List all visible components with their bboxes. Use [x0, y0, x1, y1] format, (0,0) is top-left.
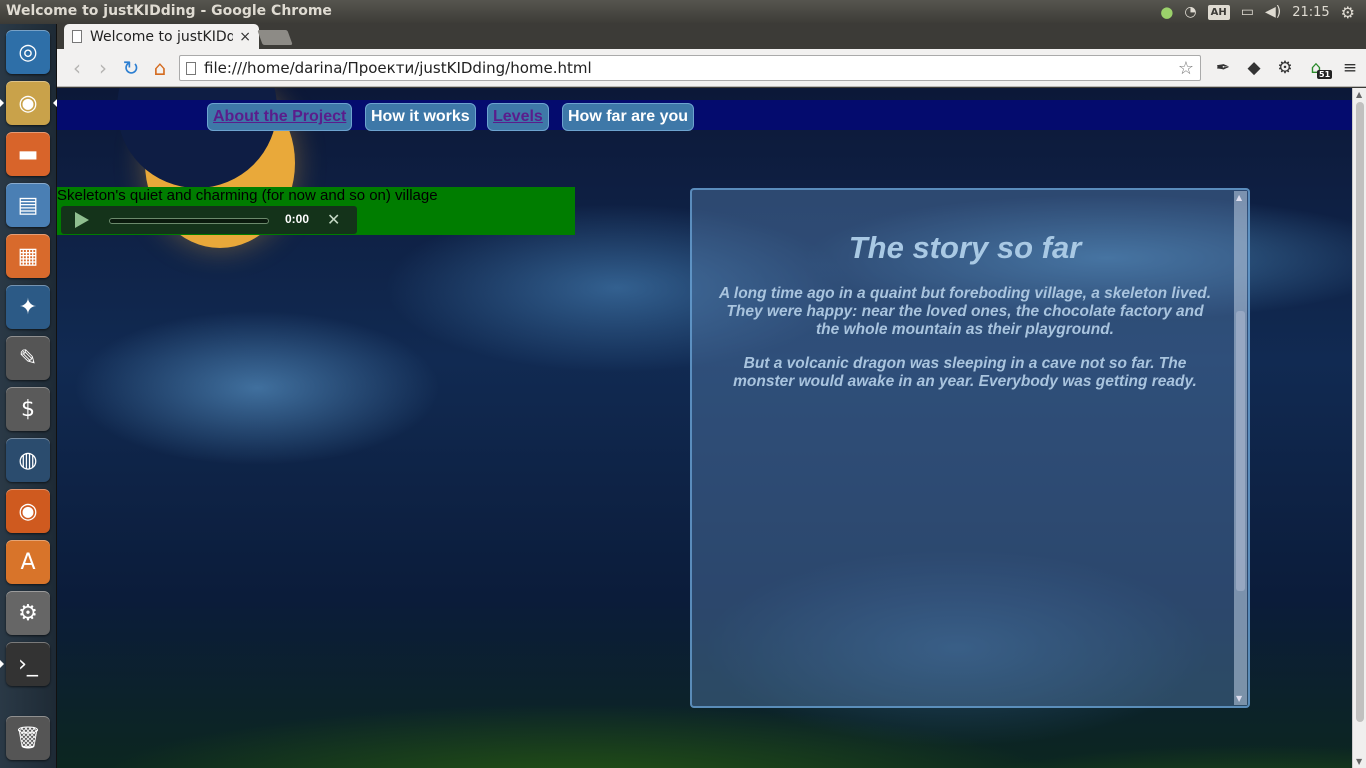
unity-launcher: ◎ ◉ ▬ ▤ ▦ ✦ ✎ $ ◍ ◉ A ⚙ ›_ 🗑 — [0, 24, 57, 768]
chat-indicator-icon[interactable]: ● — [1160, 3, 1173, 21]
page-scroll-up-icon[interactable]: ▲ — [1356, 90, 1362, 99]
page-scroll-thumb[interactable] — [1356, 102, 1364, 722]
page-scrollbar[interactable]: ▲ ▼ — [1352, 88, 1366, 768]
extension-badge: 51 — [1317, 70, 1333, 79]
terminal-app-icon[interactable]: $ — [6, 387, 50, 431]
story-panel[interactable]: The story so far A long time ago in a qu… — [690, 188, 1250, 708]
evernote-icon[interactable]: ◆ — [1243, 57, 1265, 79]
gimp-icon[interactable]: ✎ — [6, 336, 50, 380]
reload-button[interactable]: ↻ — [119, 56, 143, 80]
keyboard-layout-indicator[interactable]: АН — [1207, 4, 1230, 20]
page-viewport: About the Project How it works Levels Ho… — [57, 88, 1352, 768]
battery-icon[interactable]: ▭ — [1241, 4, 1254, 20]
seek-bar[interactable] — [109, 218, 269, 224]
document-icon — [72, 30, 82, 43]
story-paragraph-2: But a volcanic dragon was sleeping in a … — [733, 355, 1197, 390]
blender-icon[interactable]: ◍ — [6, 438, 50, 482]
volume-icon[interactable]: ◀) — [1265, 4, 1281, 20]
volume-muted-icon[interactable]: ✕ — [327, 210, 340, 229]
top-panel: Welcome to justKIDding - Google Chrome ●… — [0, 0, 1366, 24]
page-scroll-down-icon[interactable]: ▼ — [1356, 757, 1362, 766]
audio-player: 0:00 ✕ — [61, 206, 357, 234]
chrome-menu-icon[interactable]: ≡ — [1339, 57, 1361, 79]
audio-section: Skeleton's quiet and charming (for now a… — [57, 187, 575, 235]
story-scrollbar[interactable]: ▲ ▼ — [1234, 191, 1247, 705]
new-tab-button[interactable] — [257, 30, 293, 45]
system-tray: ● ◔ АН ▭ ◀) 21:15 ⚙ — [1160, 0, 1366, 24]
libreoffice-impress-icon[interactable]: ▦ — [6, 234, 50, 278]
dash-home-icon[interactable]: ◎ — [6, 30, 50, 74]
story-title: The story so far — [848, 230, 1082, 265]
scroll-up-arrow-icon[interactable]: ▲ — [1236, 193, 1242, 202]
clock[interactable]: 21:15 — [1292, 5, 1329, 20]
wifi-icon[interactable]: ◔ — [1184, 4, 1196, 20]
bookmark-star-icon[interactable]: ☆ — [1178, 58, 1194, 79]
url-text[interactable]: file:///home/darina/Проекти/justKIDding/… — [204, 59, 1178, 77]
scroll-down-arrow-icon[interactable]: ▼ — [1236, 694, 1242, 703]
files-icon[interactable]: ▬ — [6, 132, 50, 176]
terminal-icon[interactable]: ›_ — [0, 642, 50, 686]
forward-button[interactable]: › — [91, 56, 115, 80]
extension-pen-icon[interactable]: ✒ — [1212, 57, 1234, 79]
home-button[interactable]: ⌂ — [148, 56, 172, 80]
tab-welcome[interactable]: Welcome to justKIDdi × — [64, 24, 259, 49]
window-title: Welcome to justKIDding - Google Chrome — [6, 3, 332, 19]
back-button[interactable]: ‹ — [65, 56, 89, 80]
audio-time: 0:00 — [285, 212, 310, 226]
chrome-icon[interactable]: ◉ — [0, 81, 57, 125]
shotwell-icon[interactable]: ✦ — [6, 285, 50, 329]
tab-title: Welcome to justKIDdi — [90, 28, 234, 45]
nav-how-it-works[interactable]: How it works — [365, 103, 476, 131]
play-icon[interactable] — [75, 212, 89, 228]
page-icon — [186, 61, 196, 75]
libreoffice-writer-icon[interactable]: ▤ — [6, 183, 50, 227]
trash-icon[interactable]: 🗑 — [6, 716, 50, 760]
nav-how-far-are-you[interactable]: How far are you — [562, 103, 695, 131]
firefox-icon[interactable]: ◉ — [6, 489, 50, 533]
system-settings-icon[interactable]: ⚙ — [6, 591, 50, 635]
address-bar[interactable]: file:///home/darina/Проекти/justKIDding/… — [179, 55, 1201, 81]
software-center-icon[interactable]: A — [6, 540, 50, 584]
story-paragraph-1: A long time ago in a quaint but forebodi… — [718, 285, 1212, 338]
nav-about-project[interactable]: About the Project — [207, 103, 353, 131]
extension-gear-icon[interactable]: ⚙ — [1274, 57, 1296, 79]
session-gear-icon[interactable]: ⚙ — [1341, 3, 1355, 22]
browser-toolbar: ‹ › ↻ ⌂ file:///home/darina/Проекти/just… — [57, 49, 1366, 87]
close-tab-icon[interactable]: × — [239, 29, 251, 45]
tab-strip: Welcome to justKIDdi × — [57, 24, 1366, 49]
audio-caption: Skeleton's quiet and charming (for now a… — [57, 187, 438, 204]
nav-levels[interactable]: Levels — [487, 103, 549, 131]
story-scroll-thumb[interactable] — [1236, 311, 1245, 591]
